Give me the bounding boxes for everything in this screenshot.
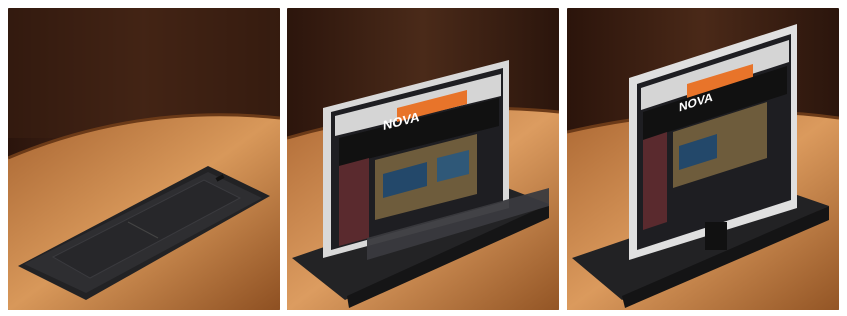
closed-lift-photo <box>8 8 280 310</box>
rising-monitor-photo: NOVA <box>287 8 559 310</box>
panel-raised: NOVA <box>567 8 839 310</box>
panel-closed <box>8 8 280 310</box>
raised-monitor-photo: NOVA <box>567 8 839 310</box>
photo-strip: NOVA NOVA <box>0 0 847 316</box>
panel-rising: NOVA <box>287 8 559 310</box>
